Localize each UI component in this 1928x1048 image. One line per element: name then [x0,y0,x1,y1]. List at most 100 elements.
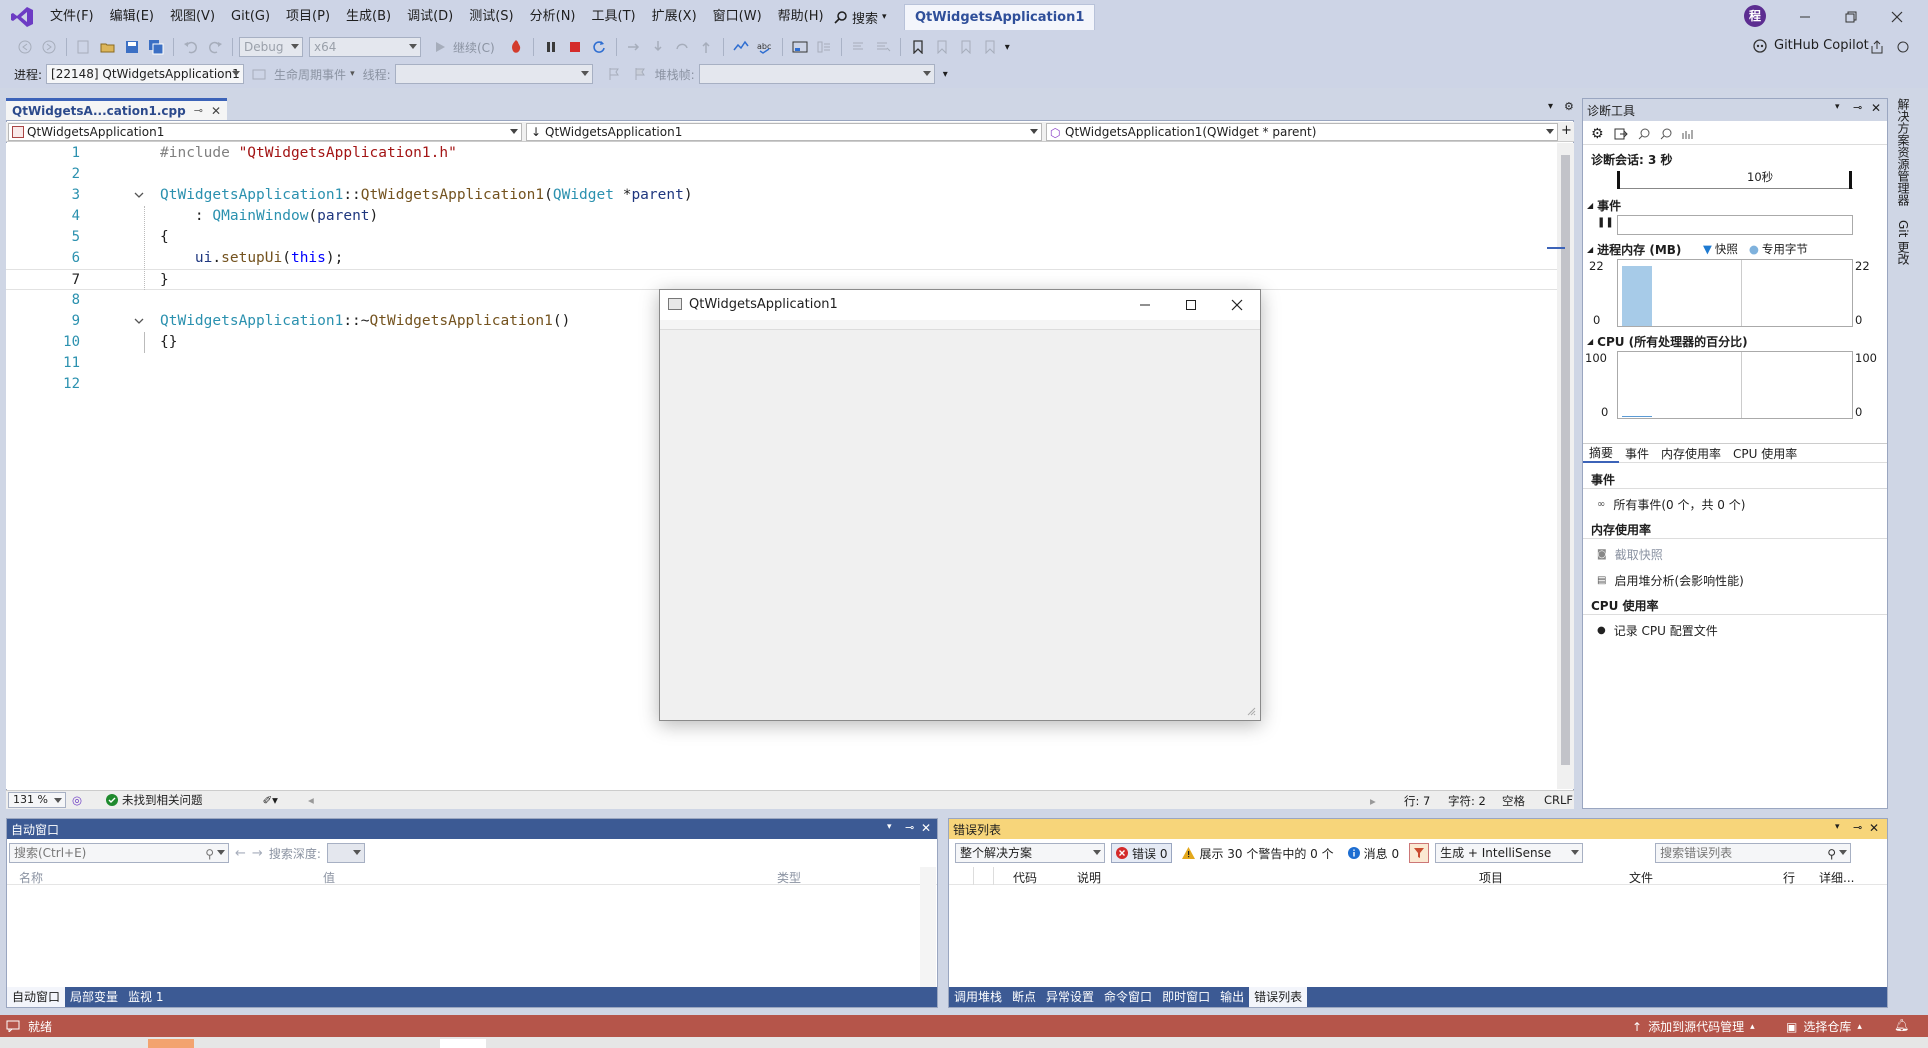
continue-button[interactable]: 继续(C) [453,39,495,56]
scroll-left-icon[interactable]: ◂ [308,793,314,807]
col-code[interactable]: 代码 [1013,869,1037,886]
panel-menu-icon[interactable]: ▾ [1835,102,1840,112]
process-dropdown[interactable]: [22148] QtWidgetsApplication1 [46,64,245,84]
events-section-header[interactable]: ◢ 事件 [1587,197,1621,214]
whitespace-mode[interactable]: 空格 [1502,793,1525,809]
qt-window-titlebar[interactable]: QtWidgetsApplication1 [660,290,1260,320]
search-back-icon[interactable]: ← [235,846,246,861]
scope-navigation-dropdown[interactable]: ↓ QtWidgetsApplication1 [526,123,1042,141]
line-ending[interactable]: CRLF [1544,793,1573,807]
menu-file[interactable]: 文件(F) [42,0,102,34]
pin-icon[interactable]: ⊸ [194,104,203,117]
export-icon[interactable] [1614,128,1628,140]
thread-dropdown[interactable] [394,64,593,84]
timeline-end-marker[interactable] [1849,171,1852,189]
stop-icon[interactable] [564,36,586,58]
select-repository-button[interactable]: ▣ 选择仓库 ▴ [1786,1018,1862,1035]
cpu-chart[interactable] [1617,351,1853,419]
cpu-section-header[interactable]: ◢ CPU (所有处理器的百分比) [1587,333,1748,350]
collapse-chevron-icon[interactable] [133,189,145,201]
breakpoint-window-icon[interactable] [789,36,811,58]
timeline-ruler[interactable]: 10秒 [1617,167,1853,189]
spell-check-icon[interactable]: abc [754,36,776,58]
git-changes-tab[interactable]: Git 更改 [1896,220,1912,265]
close-window-button[interactable] [1874,0,1920,34]
zoom-dropdown[interactable]: 131 % [8,792,66,808]
pin-icon[interactable]: ⊸ [905,821,914,834]
settings-gear-icon[interactable]: ⚙ [1591,126,1604,142]
search-depth-dropdown[interactable] [326,843,365,863]
collapse-chevron-icon[interactable] [133,315,145,327]
restore-button[interactable] [1828,0,1874,34]
menu-window[interactable]: 窗口(W) [705,0,770,34]
timeline-start-marker[interactable] [1617,171,1620,189]
hot-reload-icon[interactable] [505,36,527,58]
menu-git[interactable]: Git(G) [223,0,278,34]
feedback-icon[interactable] [1892,36,1914,58]
autos-vertical-scrollbar[interactable] [920,867,936,987]
col-name[interactable]: 名称 [19,869,43,886]
close-tab-icon[interactable]: ✕ [211,104,221,118]
split-editor-icon[interactable]: + [1561,123,1572,138]
step-out-icon[interactable] [695,36,717,58]
menu-analyze[interactable]: 分析(N) [522,0,584,34]
pin-icon[interactable]: ⊸ [1853,101,1862,114]
menu-test[interactable]: 测试(S) [461,0,521,34]
qt-application-window[interactable]: QtWidgetsApplication1 [659,289,1261,721]
intellicode-icon[interactable]: ◎ [72,793,82,807]
line-position[interactable]: 行: 7 [1404,793,1430,809]
configuration-dropdown[interactable]: Debug [239,37,303,57]
format-icon[interactable] [813,36,835,58]
menu-edit[interactable]: 编辑(E) [102,0,162,34]
bookmark-icon[interactable] [907,36,929,58]
heap-profiling-button[interactable]: ▤ 启用堆分析(会影响性能) [1597,572,1744,589]
next-bookmark-icon[interactable] [955,36,977,58]
tab-immediate-window[interactable]: 即时窗口 [1157,987,1215,1007]
pin-icon[interactable]: ⊸ [1853,821,1862,834]
qt-maximize-button[interactable] [1168,290,1214,320]
zoom-out-icon[interactable] [1660,128,1672,140]
menu-extensions[interactable]: 扩展(X) [644,0,705,34]
github-copilot-button[interactable]: GitHub Copilot [1752,37,1869,53]
pause-icon[interactable]: ❚❚ [1597,217,1614,228]
memory-section-header[interactable]: ◢ 进程内存 (MB) [1587,241,1681,258]
menu-help[interactable]: 帮助(H) [770,0,832,34]
toolbar-overflow-icon[interactable]: ▾ [943,69,948,80]
lifecycle-events-icon[interactable] [248,63,270,85]
platform-dropdown[interactable]: x64 [309,37,421,57]
global-search-button[interactable]: 搜索 ▾ [828,5,893,29]
add-to-source-control-button[interactable]: ↑ 添加到源代码管理 ▴ [1632,1018,1755,1035]
take-snapshot-button[interactable]: ◙ 截取快照 [1597,546,1663,563]
open-file-icon[interactable] [97,36,119,58]
document-tab-active[interactable]: QtWidgetsA...cation1.cpp ⊸ ✕ [6,98,227,120]
tab-summary[interactable]: 摘要 [1583,444,1620,463]
panel-menu-icon[interactable]: ▾ [1835,822,1840,832]
code-cleanup-icon[interactable]: ✐▾ [263,793,278,807]
new-item-icon[interactable] [73,36,95,58]
menu-build[interactable]: 生成(B) [338,0,399,34]
clear-bookmarks-icon[interactable] [979,36,1001,58]
toolbar-overflow-icon[interactable]: ▾ [1005,42,1010,53]
member-navigation-dropdown[interactable]: ⬡ QtWidgetsApplication1(QWidget * parent… [1046,123,1558,141]
settings-gear-icon[interactable]: ⚙ [1564,100,1574,113]
restart-icon[interactable] [588,36,610,58]
tab-memory-usage[interactable]: 内存使用率 [1655,445,1727,462]
continue-play-icon[interactable] [429,36,451,58]
search-icon[interactable]: ⚲ [205,845,214,862]
col-description[interactable]: 说明 [1077,869,1101,886]
tab-locals[interactable]: 局部变量 [65,987,123,1007]
tab-error-list[interactable]: 错误列表 [1249,987,1308,1007]
menu-tools[interactable]: 工具(T) [584,0,644,34]
share-icon[interactable] [1866,36,1888,58]
step-over-icon[interactable] [671,36,693,58]
stack-frame-dropdown[interactable] [698,64,935,84]
step-into-icon[interactable] [647,36,669,58]
show-flagged-threads-icon[interactable] [629,63,651,85]
size-grip-icon[interactable] [1246,706,1256,716]
error-scope-dropdown[interactable]: 整个解决方案 [955,843,1105,863]
project-navigation-dropdown[interactable]: QtWidgetsApplication1 [8,123,522,141]
col-details[interactable]: 详细... [1819,869,1854,886]
save-all-icon[interactable] [145,36,167,58]
solution-explorer-tab[interactable]: 解决方案资源管理器 [1896,98,1912,206]
scroll-right-icon[interactable]: ▸ [1370,794,1376,808]
